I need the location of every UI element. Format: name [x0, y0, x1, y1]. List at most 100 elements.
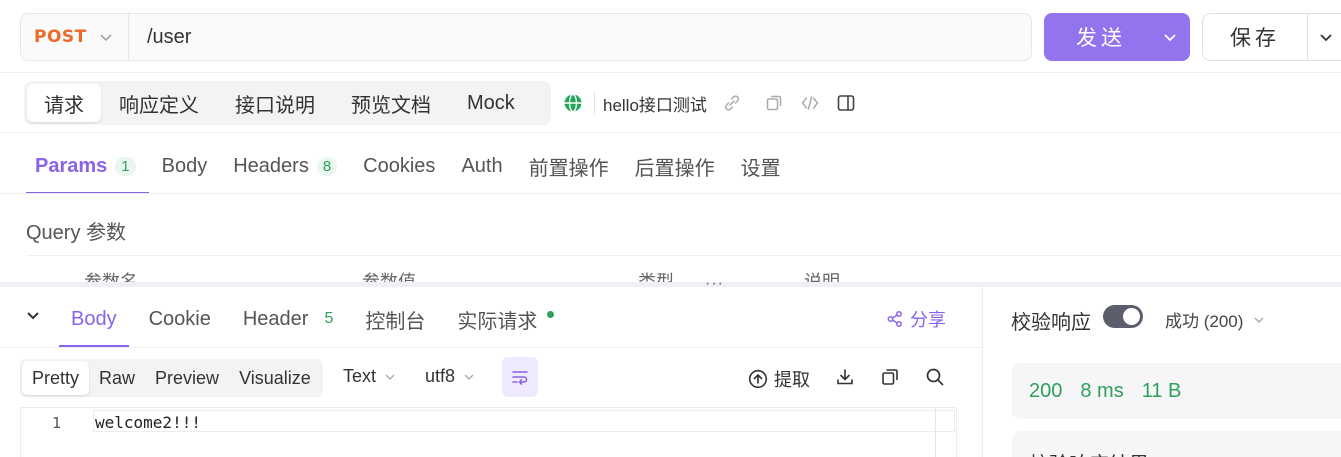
globe-icon[interactable] [562, 92, 584, 114]
tab-label: Auth [461, 154, 503, 177]
response-status-summary: 200 8 ms 11 B [1012, 363, 1341, 419]
tab-label: Cookies [363, 154, 436, 177]
share-icon [887, 311, 902, 327]
validation-result-panel: 校验响应结果 [1012, 431, 1341, 457]
validation-result-title: 校验响应结果 [1029, 448, 1149, 457]
chevron-down-icon [1319, 34, 1332, 42]
extract-label: 提取 [774, 370, 810, 390]
doc-tab-mock[interactable]: Mock [449, 84, 533, 122]
content-type-select[interactable]: Text [343, 366, 396, 387]
count-badge: 1 [115, 156, 136, 176]
format-tab-raw[interactable]: Raw [89, 361, 145, 395]
tab-label: Header [242, 307, 309, 330]
chevron-down-icon [464, 374, 474, 380]
active-line-highlight [93, 410, 955, 432]
chevron-down-icon[interactable] [24, 306, 42, 324]
send-label: 发送 [1076, 27, 1126, 50]
url-input[interactable] [129, 14, 1031, 60]
tab-response-header[interactable]: Header 5 [227, 291, 350, 347]
tab-settings[interactable]: 设置 [728, 138, 794, 194]
validate-response-toggle[interactable] [1103, 305, 1143, 328]
content-type-value: Text [343, 366, 377, 386]
method-select[interactable]: POST [21, 14, 129, 60]
copy-icon[interactable] [763, 92, 785, 114]
chevron-down-icon [385, 374, 395, 380]
doc-tab-preview-docs[interactable]: 预览文档 [333, 84, 449, 122]
tab-console[interactable]: 控制台 [349, 291, 441, 347]
divider [0, 72, 1341, 73]
share-button[interactable]: 分享 [886, 306, 946, 332]
status-dot [547, 310, 555, 318]
divider [594, 92, 595, 114]
tab-label: 前置操作 [528, 157, 609, 180]
link-icon[interactable] [721, 92, 743, 114]
encoding-select[interactable]: utf8 [425, 366, 475, 387]
tab-label: Cookie [148, 307, 211, 330]
tab-response-body[interactable]: Body [55, 291, 133, 347]
query-params-title: Query 参数 [26, 222, 127, 244]
response-time: 8 ms [1080, 379, 1124, 402]
request-url-bar: POST [20, 13, 1032, 61]
drag-handle-icon[interactable]: ··· [705, 276, 724, 292]
tab-label: Params [35, 154, 108, 177]
chevron-down-icon [1164, 34, 1176, 42]
panel-divider [982, 287, 983, 457]
format-tabs: Pretty Raw Preview Visualize [20, 359, 323, 397]
wrap-lines-icon [512, 371, 528, 385]
send-button[interactable]: 发送 [1044, 13, 1190, 61]
tab-response-cookie[interactable]: Cookie [133, 291, 227, 347]
download-icon[interactable] [834, 366, 856, 388]
response-size: 11 B [1141, 379, 1182, 402]
word-wrap-button[interactable] [502, 357, 538, 397]
params-table-header: 参数名 参数值 类型 说明 [26, 255, 1341, 285]
response-body-text: welcome2!!! [95, 413, 201, 432]
tab-cookies[interactable]: Cookies [350, 138, 448, 194]
encoding-value: utf8 [425, 366, 456, 386]
chevron-down-icon [1254, 317, 1264, 323]
method-label: POST [34, 27, 87, 47]
copy-icon[interactable] [879, 366, 901, 388]
doc-tab-request[interactable]: 请求 [27, 84, 101, 122]
tab-label: Body [71, 307, 117, 330]
format-tab-pretty[interactable]: Pretty [22, 361, 90, 395]
format-tab-visualize[interactable]: Visualize [229, 361, 321, 395]
expected-status-value: 成功 (200) [1165, 312, 1244, 331]
validate-response-label: 校验响应 [1011, 312, 1091, 334]
expected-status-select[interactable]: 成功 (200) [1165, 307, 1265, 332]
sidebar-panel-icon[interactable] [835, 92, 857, 114]
status-code: 200 [1029, 379, 1063, 402]
response-tabs: Body Cookie Header 5 控制台 实际请求 [55, 291, 570, 347]
tab-body[interactable]: Body [149, 138, 221, 194]
tab-label: 控制台 [365, 310, 426, 333]
extract-button[interactable]: 提取 [748, 366, 810, 392]
doc-tabs: 请求 响应定义 接口说明 预览文档 Mock [24, 81, 551, 125]
request-tabs: Params 1 Body Headers 8 Cookies Auth 前置操… [22, 138, 794, 194]
count-badge: 8 [316, 156, 338, 176]
tab-auth[interactable]: Auth [448, 138, 515, 194]
scrollbar-track[interactable] [935, 408, 936, 457]
panel-splitter[interactable] [0, 282, 1341, 287]
divider [0, 132, 1341, 133]
doc-tab-response-definition[interactable]: 响应定义 [101, 84, 217, 122]
tab-actual-request[interactable]: 实际请求 [441, 291, 570, 347]
divider [0, 193, 1341, 194]
save-options-dropdown[interactable] [1307, 14, 1341, 60]
tab-label: 设置 [740, 157, 781, 180]
tab-pre-operations[interactable]: 前置操作 [516, 138, 622, 194]
search-icon[interactable] [924, 366, 946, 388]
response-body-editor[interactable]: 1 welcome2!!! [20, 407, 957, 457]
count-badge: 5 [324, 310, 334, 327]
send-options-dropdown[interactable] [1150, 13, 1190, 61]
tab-label: Body [161, 154, 208, 177]
tab-post-operations[interactable]: 后置操作 [622, 138, 728, 194]
code-icon[interactable] [799, 92, 821, 114]
line-number: 1 [52, 414, 62, 432]
tab-label: Headers [233, 154, 309, 177]
save-button[interactable]: 保存 [1202, 13, 1341, 61]
tab-params[interactable]: Params 1 [22, 138, 149, 194]
share-label: 分享 [910, 310, 946, 330]
tab-headers[interactable]: Headers 8 [220, 138, 350, 194]
doc-tab-api-description[interactable]: 接口说明 [217, 84, 333, 122]
divider [0, 347, 982, 348]
format-tab-preview[interactable]: Preview [145, 361, 229, 395]
